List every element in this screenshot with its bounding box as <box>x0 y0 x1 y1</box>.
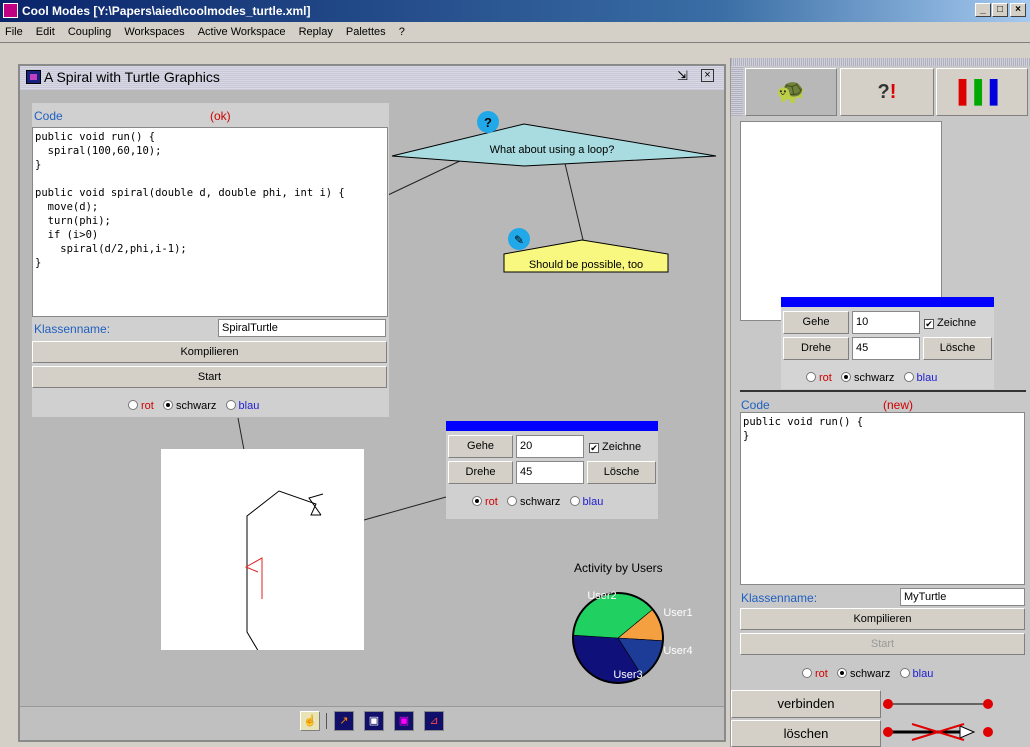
link-icons <box>883 699 993 741</box>
palette-classname-label: Klassenname: <box>741 591 818 605</box>
link-end-icon <box>983 699 993 709</box>
turtle-color-group: rot schwarz blau <box>472 496 603 508</box>
radio-black[interactable]: schwarz <box>841 372 894 384</box>
pin-note[interactable]: ✎ Should be possible, too <box>502 226 672 276</box>
turn-input[interactable]: 45 <box>516 461 584 484</box>
palette-control-color-group: rot schwarz blau <box>806 372 937 384</box>
toolbar-separator <box>326 713 327 729</box>
palette-turtle-canvas[interactable] <box>740 121 942 321</box>
classname-input[interactable]: SpiralTurtle <box>218 319 386 337</box>
palette-divider <box>740 390 1026 392</box>
code-editor[interactable]: public void run() { spiral(100,60,10); }… <box>32 127 388 317</box>
palette-classname-input[interactable]: MyTurtle <box>900 588 1025 606</box>
notes-palette-icon[interactable]: ?! <box>840 68 934 116</box>
radio-blue[interactable]: blau <box>903 372 937 384</box>
draw-checkbox[interactable]: ✔ Zeichne <box>589 441 641 453</box>
link-start-icon <box>883 699 893 709</box>
radio-blue[interactable]: blau <box>899 668 933 680</box>
pin-text: Should be possible, too <box>529 259 643 271</box>
radio-red[interactable]: rot <box>128 400 154 412</box>
palette-go-button[interactable]: Gehe <box>783 311 849 334</box>
turtle-tool-icon[interactable]: ▣ <box>364 711 384 731</box>
pie-label-user2: User2 <box>587 590 616 602</box>
control-tool-icon[interactable]: ▣ <box>394 711 414 731</box>
connector-line <box>363 496 447 521</box>
radio-blue[interactable]: blau <box>225 400 259 412</box>
palette-go-input[interactable]: 10 <box>852 311 920 334</box>
delete-end-icon <box>983 727 993 737</box>
delete-start-icon <box>883 727 893 737</box>
chart-palette-icon[interactable]: ▌▌▌ <box>936 68 1028 116</box>
pin-icon: ✎ <box>514 233 524 247</box>
palette-draw-checkbox[interactable]: ✔ Zeichne <box>924 317 976 329</box>
pie-label-user1: User1 <box>663 607 692 619</box>
clear-button[interactable]: Lösche <box>587 461 656 484</box>
palette-control-header[interactable] <box>781 297 994 307</box>
radio-black[interactable]: schwarz <box>507 496 560 508</box>
curve-tool-icon[interactable]: ↗ <box>334 711 354 731</box>
question-icon: ? <box>484 115 492 130</box>
activity-title: Activity by Users <box>574 561 663 575</box>
code-label: Code <box>34 109 63 123</box>
turtle-canvas[interactable] <box>161 449 364 650</box>
palette-code-label: Code <box>741 398 770 412</box>
radio-black[interactable]: schwarz <box>163 400 216 412</box>
go-button[interactable]: Gehe <box>448 435 513 458</box>
go-input[interactable]: 20 <box>516 435 584 458</box>
compile-status: (ok) <box>210 109 231 123</box>
turtle-palette-icon[interactable]: 🐢 <box>745 68 837 116</box>
palette-clear-button[interactable]: Lösche <box>923 337 992 360</box>
palette-grip[interactable] <box>731 58 1030 66</box>
connector-line <box>237 417 245 451</box>
radio-red[interactable]: rot <box>802 668 828 680</box>
activity-pie-chart: User1 User2 User3 User4 <box>572 590 693 684</box>
turn-button[interactable]: Drehe <box>448 461 513 484</box>
question-text: What about using a loop? <box>490 144 615 156</box>
turtle-path-black <box>246 490 321 650</box>
radio-red[interactable]: rot <box>472 496 498 508</box>
pie-label-user3: User3 <box>613 669 642 681</box>
question-note[interactable]: ? What about using a loop? <box>390 108 720 168</box>
palette-start-button[interactable]: Start <box>740 633 1025 655</box>
compile-button[interactable]: Kompilieren <box>32 341 387 363</box>
start-button[interactable]: Start <box>32 366 387 388</box>
color-radio-group: rot schwarz blau <box>128 400 259 412</box>
chart-tool-icon[interactable]: ⊿ <box>424 711 444 731</box>
palette-compile-button[interactable]: Kompilieren <box>740 608 1025 630</box>
hand-tool-icon[interactable]: ☝ <box>300 711 320 731</box>
palette-side-grip <box>731 66 743 116</box>
connect-button[interactable]: verbinden <box>731 690 881 718</box>
palette-color-group: rot schwarz blau <box>802 668 933 680</box>
palette-turn-input[interactable]: 45 <box>852 337 920 360</box>
pie-label-user4: User4 <box>663 645 692 657</box>
delete-button[interactable]: löschen <box>731 720 881 747</box>
palette-compile-status: (new) <box>883 398 914 412</box>
turtle-path-red <box>244 557 263 599</box>
radio-black[interactable]: schwarz <box>837 668 890 680</box>
palette-turn-button[interactable]: Drehe <box>783 337 849 360</box>
radio-blue[interactable]: blau <box>569 496 603 508</box>
radio-red[interactable]: rot <box>806 372 832 384</box>
classname-label: Klassenname: <box>34 322 111 336</box>
turtle-control-header[interactable] <box>446 421 658 431</box>
palette-code-editor[interactable]: public void run() { } <box>740 412 1025 585</box>
